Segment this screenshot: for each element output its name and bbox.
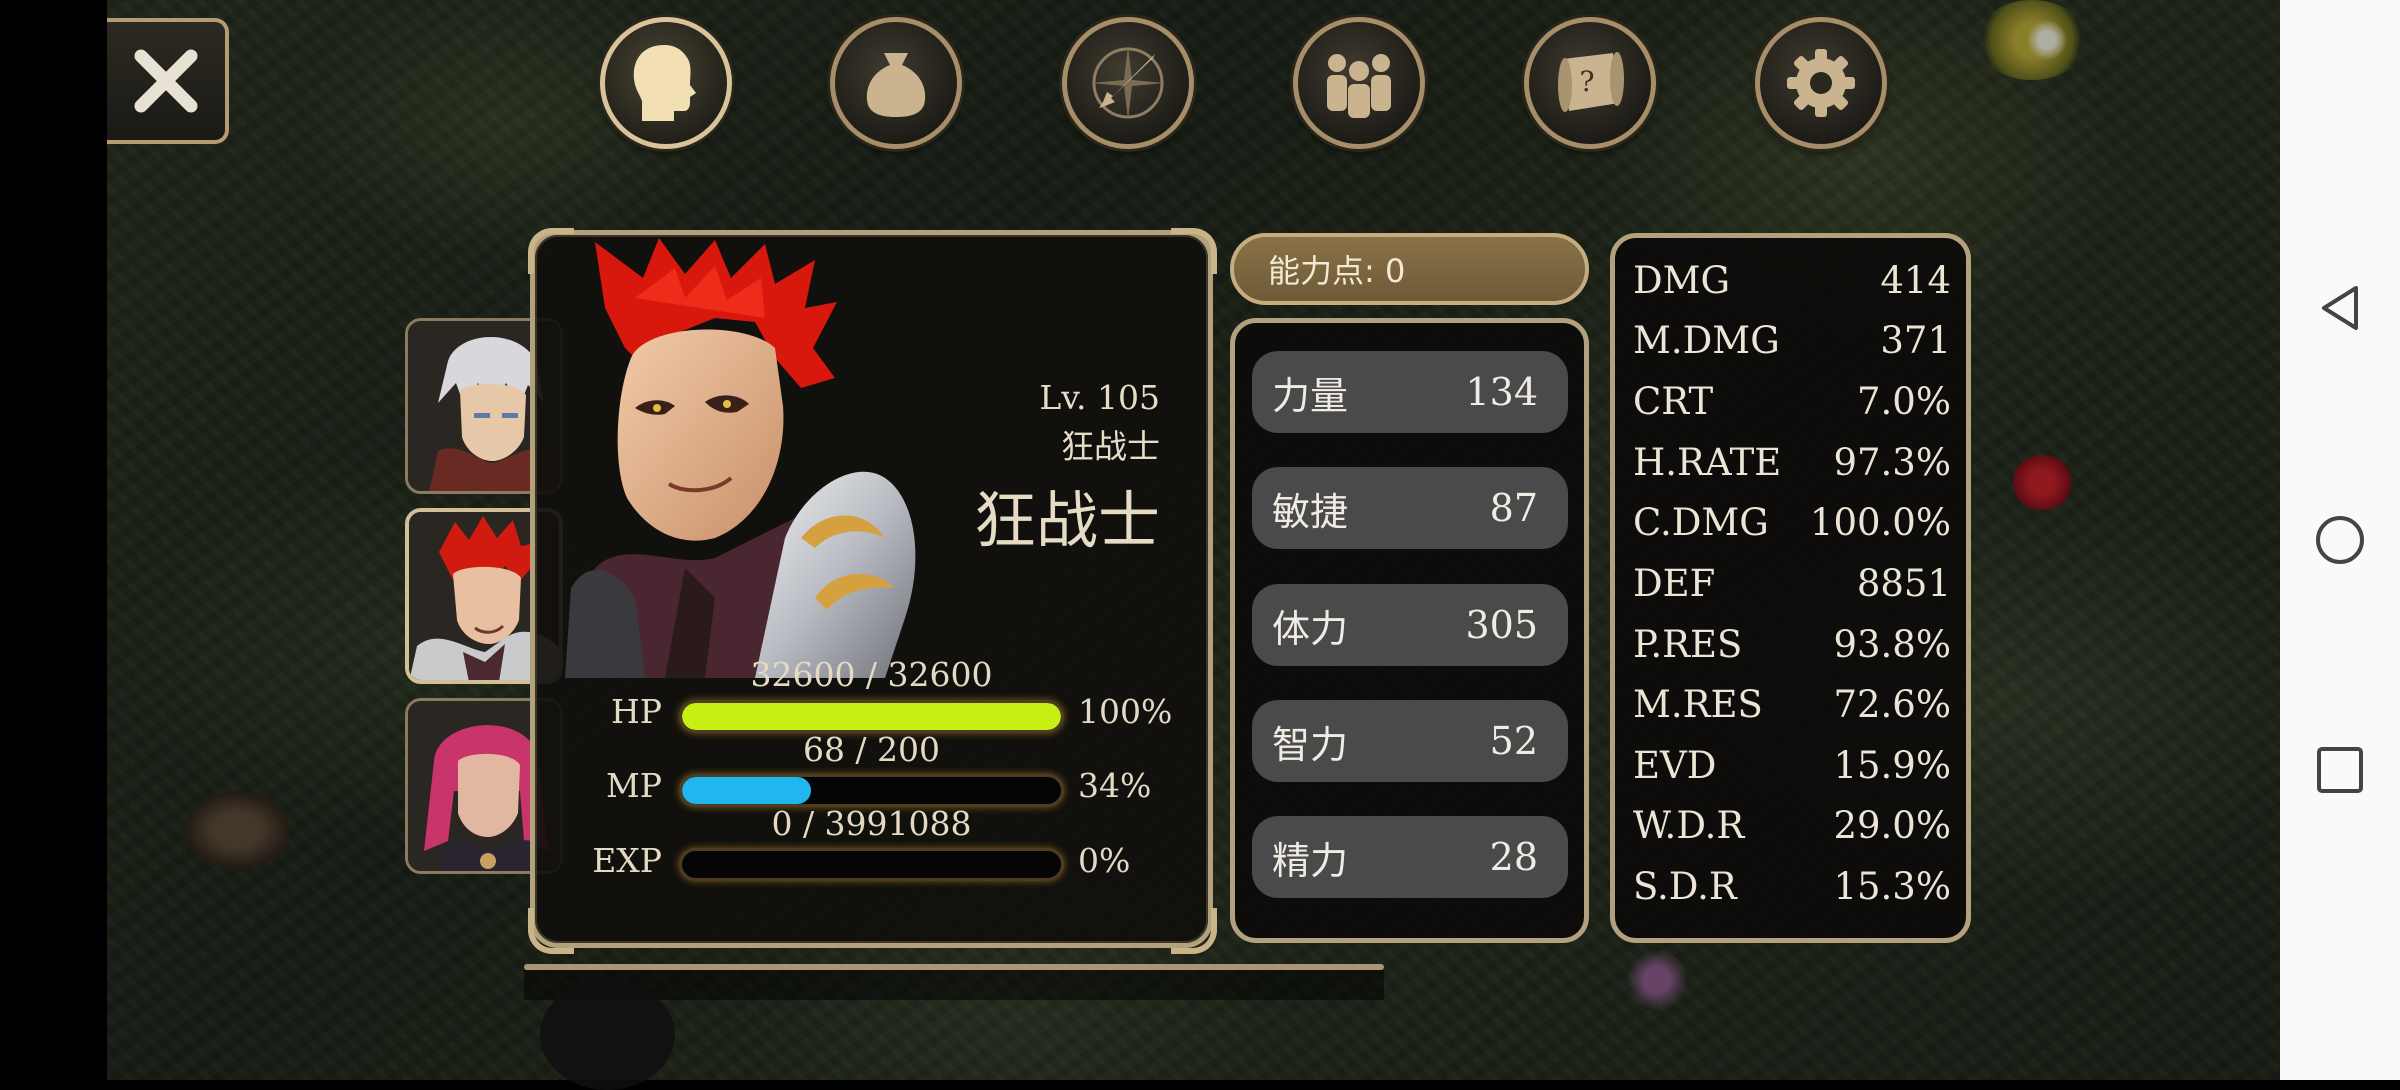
stat-value: 93.8% [1833,622,1951,666]
exp-percent: 0% [1078,841,1131,880]
hp-value: 32600 / 32600 [750,655,993,694]
hp-percent: 100% [1078,692,1173,731]
stat-value: 97.3% [1833,440,1951,484]
attribute-spirit[interactable]: 精力 28 [1252,816,1568,898]
stat-value: 15.3% [1833,864,1951,908]
attribute-strength[interactable]: 力量 134 [1252,351,1568,433]
mp-percent: 34% [1078,766,1152,805]
group-icon [1327,54,1391,118]
tab-inventory[interactable] [830,17,962,149]
stat-value: 7.0% [1857,379,1951,423]
hp-bar-fill [682,703,1061,730]
stat-name: M.DMG [1633,318,1780,362]
attribute-value: 134 [1465,370,1538,414]
stat-w-d-r: W.D.R 29.0% [1633,796,1951,854]
panel-corner-top-right [1171,228,1217,274]
stat-name: EVD [1633,743,1717,787]
stat-p-res: P.RES 93.8% [1633,615,1951,673]
sword-compass-icon [1091,46,1165,120]
tab-party[interactable] [1293,17,1425,149]
android-navigation-bar [2280,0,2400,1080]
stat-name: CRT [1633,379,1714,423]
stat-h-rate: H.RATE 97.3% [1633,433,1951,491]
attribute-value: 87 [1489,486,1538,530]
character-class-large: 狂战士 [973,484,1160,557]
ability-points-header: 能力点: 0 [1230,233,1589,305]
close-icon [134,49,198,113]
attribute-name: 敏捷 [1272,489,1349,534]
left-black-bar [0,0,107,1080]
stat-name: DEF [1633,561,1716,605]
stat-dmg: DMG 414 [1633,251,1951,309]
stat-value: 15.9% [1833,743,1951,787]
stat-def: DEF 8851 [1633,554,1951,612]
tab-skills[interactable] [1062,17,1194,149]
stat-value: 414 [1880,258,1951,302]
nav-home-button[interactable] [2314,514,2366,566]
attribute-value: 28 [1489,835,1538,879]
attribute-agility[interactable]: 敏捷 87 [1252,467,1568,549]
stat-m-dmg: M.DMG 371 [1633,311,1951,369]
stat-value: 371 [1880,318,1951,362]
tab-settings[interactable] [1755,17,1887,149]
back-triangle-icon [2322,286,2358,330]
stat-name: M.RES [1633,682,1763,726]
exp-label: EXP [592,841,662,880]
tab-quest[interactable]: ? [1524,17,1656,149]
stat-name: P.RES [1633,622,1743,666]
stat-value: 8851 [1856,561,1951,605]
stat-crt: CRT 7.0% [1633,372,1951,430]
panel-corner-bottom-left [528,908,574,954]
nav-back-button[interactable] [2314,282,2366,334]
stat-name: S.D.R [1633,864,1737,908]
hp-bar [679,700,1064,733]
stat-m-res: M.RES 72.6% [1633,675,1951,733]
stat-evd: EVD 15.9% [1633,736,1951,794]
stat-name: W.D.R [1633,803,1745,847]
stat-name: C.DMG [1633,500,1769,544]
exp-bar [679,848,1064,881]
mp-value: 68 / 200 [802,730,941,769]
bottom-action-button[interactable] [540,980,675,1090]
exp-value: 0 / 3991088 [771,804,972,843]
home-circle-icon [2316,516,2364,564]
attribute-stamina[interactable]: 体力 305 [1252,584,1568,666]
stat-c-dmg: C.DMG 100.0% [1633,493,1951,551]
stat-value: 29.0% [1833,803,1951,847]
attribute-value: 52 [1489,719,1538,763]
mp-bar-fill [682,777,811,804]
attribute-name: 力量 [1272,373,1349,418]
bag-icon [866,53,926,117]
scroll-icon: ? [1558,52,1624,112]
head-icon [633,45,696,121]
nav-recents-button[interactable] [2314,744,2366,796]
attribute-intelligence[interactable]: 智力 52 [1252,700,1568,782]
hp-label: HP [611,692,662,731]
tab-character[interactable] [600,17,732,149]
stat-value: 100.0% [1809,500,1951,544]
stat-s-d-r: S.D.R 15.3% [1633,857,1951,915]
svg-text:?: ? [1579,65,1594,98]
stat-name: DMG [1633,258,1731,302]
attribute-name: 体力 [1272,606,1349,651]
character-class-small: 狂战士 [1061,427,1160,466]
berserker-character-art [565,238,916,678]
stat-value: 72.6% [1833,682,1951,726]
attribute-value: 305 [1465,603,1538,647]
close-button[interactable] [107,18,229,144]
recents-square-icon [2317,747,2363,793]
stat-name: H.RATE [1633,440,1782,484]
mp-bar [679,774,1064,807]
character-level: Lv. 105 [1039,378,1160,417]
mp-label: MP [606,766,662,805]
gear-icon [1787,49,1855,117]
attribute-name: 精力 [1272,838,1349,883]
attribute-name: 智力 [1272,722,1349,767]
